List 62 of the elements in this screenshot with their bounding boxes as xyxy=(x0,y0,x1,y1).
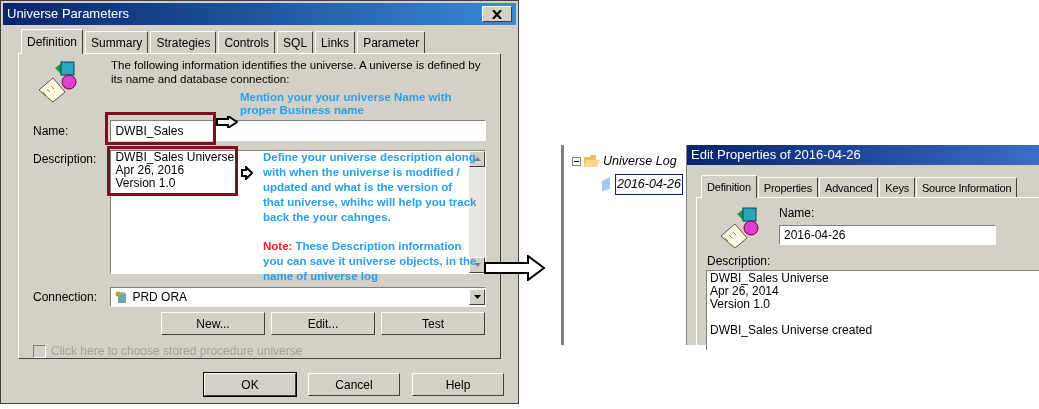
tab[interactable]: Definition xyxy=(21,29,84,54)
tab[interactable]: Source Information xyxy=(916,176,1018,197)
arrow-icon xyxy=(216,116,238,128)
folder-icon xyxy=(584,155,600,168)
annotation-text: you can save it universe objects, in the xyxy=(263,254,477,269)
annotation-text: Mention your your universe Name with xyxy=(240,91,452,104)
connection-dropdown[interactable]: PRD ORA xyxy=(110,287,486,307)
database-icon xyxy=(115,290,128,304)
dialog-button[interactable]: Edit... xyxy=(271,312,375,335)
tab[interactable]: Links xyxy=(315,31,356,53)
tab[interactable]: Strategies xyxy=(150,31,217,53)
intro-text: The following information identifies the universe. A universe is defined by its name and database connection: xyxy=(111,58,482,86)
tree-item[interactable]: Universe Log xyxy=(603,152,677,171)
tab[interactable]: Keys xyxy=(879,176,915,197)
note-label: Note: xyxy=(263,239,293,254)
document-icon xyxy=(602,177,610,192)
field-label: Description: xyxy=(707,253,772,270)
close-icon xyxy=(492,9,502,19)
arrow-icon xyxy=(241,166,253,180)
tab[interactable]: Summary xyxy=(85,31,149,53)
connection-value: PRD ORA xyxy=(132,289,189,306)
window-title: Edit Properties of 2016-04-26 xyxy=(691,146,861,164)
description-line: DWBI_Sales Universe created xyxy=(710,324,873,337)
dialog-button[interactable]: Help xyxy=(412,373,504,396)
description-line: Version 1.0 xyxy=(115,177,176,190)
description-line: DWBI_Sales Universe xyxy=(115,151,235,164)
annotation-text: These Description information xyxy=(295,239,462,254)
annotation-text: updated and what is the version of xyxy=(263,180,454,195)
tab[interactable]: Advanced xyxy=(819,176,879,197)
description-line: DWBI_Sales Universe xyxy=(710,272,829,285)
annotation-text: Define your universe description along xyxy=(263,150,477,165)
dialog-button[interactable]: Test xyxy=(381,312,485,335)
tab[interactable]: SQL xyxy=(277,31,314,53)
tab[interactable]: Definition xyxy=(701,174,757,198)
expand-toggle[interactable] xyxy=(572,156,581,166)
name-field[interactable]: 2016-04-26 xyxy=(779,225,996,245)
close-button[interactable] xyxy=(482,6,512,22)
window-title: Universe Parameters xyxy=(7,5,130,24)
scroll-up-icon xyxy=(473,157,481,161)
field-label: Connection: xyxy=(33,289,99,306)
minus-icon xyxy=(574,158,579,164)
name-field[interactable]: DWBI_Sales xyxy=(110,120,486,141)
tab[interactable]: Controls xyxy=(218,31,276,53)
field-label: Name: xyxy=(779,205,816,222)
annotation-text: that universe, whihc will help you track xyxy=(263,195,477,210)
description-field[interactable]: DWBI_Sales Universe Apr 26, 2014 Version 1.0 DWBI_Sales Universe created xyxy=(706,270,1039,350)
description-line: Version 1.0 xyxy=(710,298,771,311)
annotation-text: back the your cahnges. xyxy=(263,210,392,225)
dialog-button[interactable]: Cancel xyxy=(308,373,400,396)
field-label: Name: xyxy=(33,122,70,140)
annotation-text: with when the universe is modified / xyxy=(263,165,461,180)
field-label: Description: xyxy=(33,151,98,168)
dialog-button[interactable]: New... xyxy=(161,312,265,335)
tab[interactable]: Parameter xyxy=(357,31,426,53)
description-line: Apr 26, 2016 xyxy=(115,164,185,177)
scroll-down-icon xyxy=(473,263,481,267)
tree-item[interactable]: 2016-04-26 xyxy=(615,173,683,195)
description-line: Apr 26, 2014 xyxy=(710,285,779,298)
dropdown-arrow-icon xyxy=(473,295,481,299)
dialog-button[interactable]: OK xyxy=(204,373,296,396)
tab[interactable]: Properties xyxy=(757,176,818,197)
annotation-text: proper Business name xyxy=(240,103,365,116)
